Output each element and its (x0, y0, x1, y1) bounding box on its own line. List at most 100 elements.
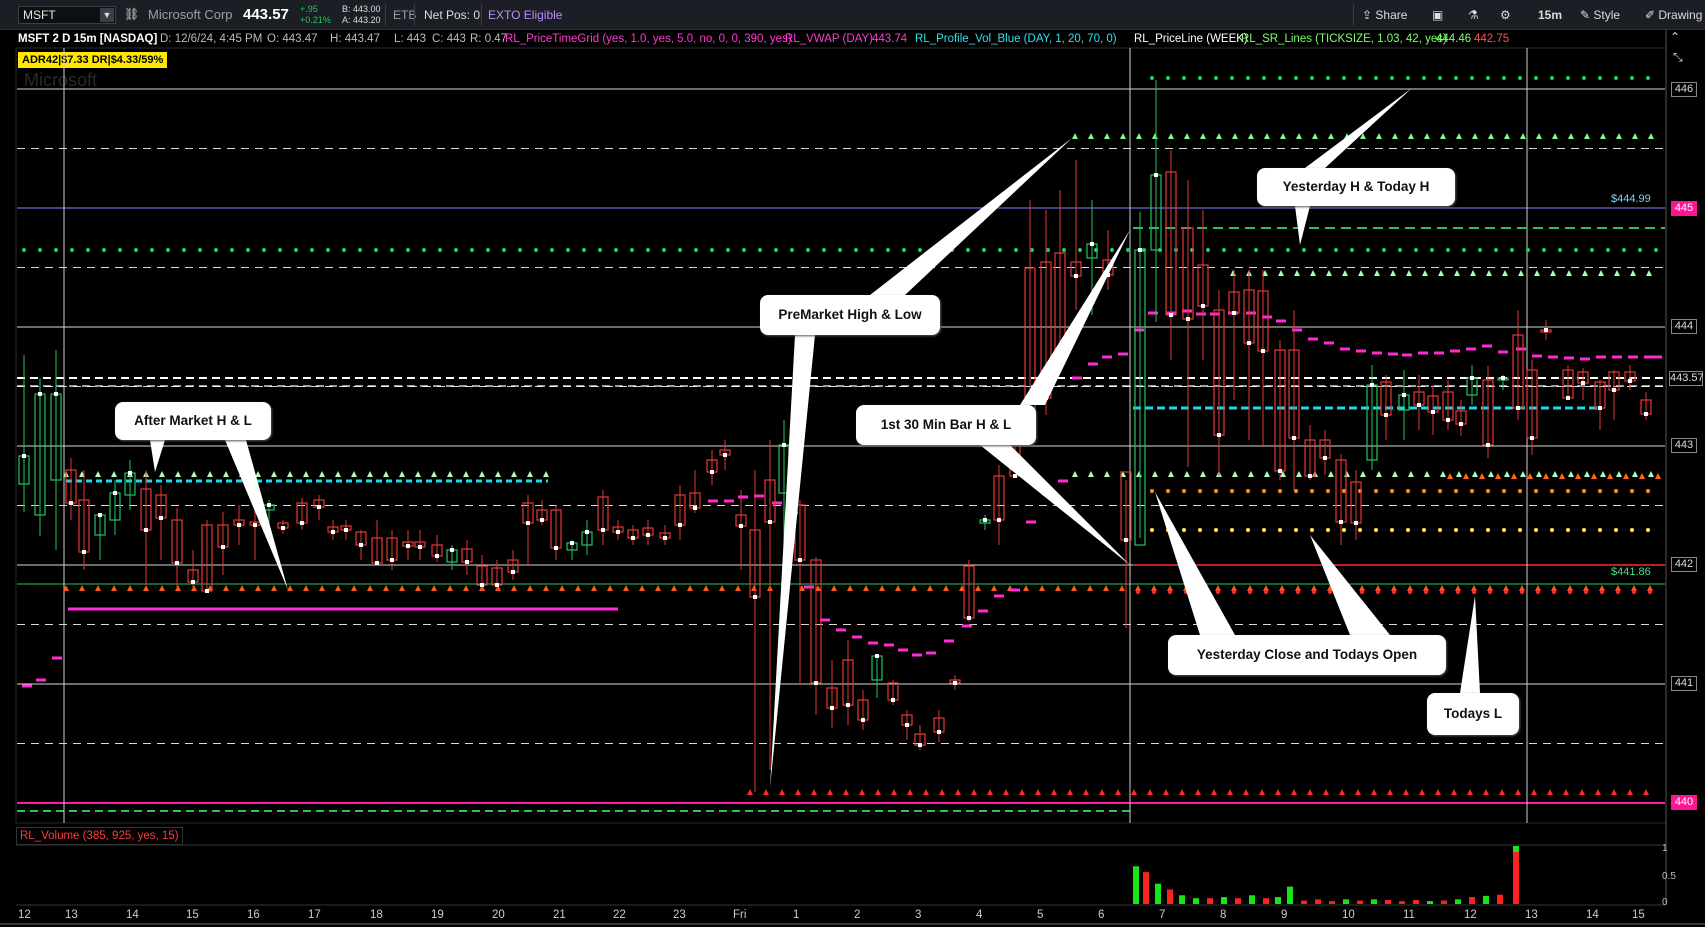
sr-dot-level (581, 247, 587, 253)
volume-tick: 1 (1662, 843, 1668, 854)
volume-bar (1329, 901, 1335, 904)
callout-after-market: After Market H & L (115, 402, 271, 440)
premarket-low-tri (795, 789, 801, 795)
yesterday-high-tri (1088, 133, 1094, 139)
sr-dot-level (1221, 247, 1227, 253)
today-high-tri (1278, 270, 1284, 276)
premarket-low-tri (763, 789, 769, 795)
after-market-high-tri (511, 471, 517, 477)
first30-high-tri (1440, 471, 1446, 477)
candle-close-marker (511, 570, 515, 574)
first30-high-tri (1600, 471, 1606, 477)
sr-dot-level (229, 247, 235, 253)
sr-dot-level (629, 247, 635, 253)
candle-close-marker (768, 520, 772, 524)
sr-dot-level (677, 247, 683, 253)
sr-dot-level (1493, 247, 1499, 253)
sr-dot-level (1301, 247, 1307, 253)
first30-high-tri (1376, 471, 1382, 477)
after-market-high-tri (271, 471, 277, 477)
sr-dot-level (213, 247, 219, 253)
time-axis-label: 18 (370, 909, 383, 921)
after-market-low-tri (303, 585, 309, 591)
sr-dot-level (1029, 247, 1035, 253)
time-axis-label: 12 (1464, 909, 1477, 921)
premarket-high-dot (1517, 75, 1523, 81)
todays-low-dot (1455, 589, 1461, 595)
first30-low-dot (1357, 527, 1363, 533)
yesterday-close-dot (1277, 488, 1283, 494)
todays-low-dot (1231, 589, 1237, 595)
candle-close-marker (144, 528, 148, 532)
premarket-low-tri (1563, 789, 1569, 795)
after-market-low-tri (159, 585, 165, 591)
yesterday-close-dot (1325, 488, 1331, 494)
first30-low-dot (1149, 527, 1155, 533)
after-market-low-tri (431, 585, 437, 591)
yesterday-high-tri (1072, 133, 1078, 139)
first30-high-tri (1360, 471, 1366, 477)
first30-high-tri (1488, 471, 1494, 477)
time-axis-label: 6 (1098, 909, 1105, 921)
candle-close-marker (82, 550, 86, 554)
todays-low-dot (1295, 589, 1301, 595)
candle-close-marker (1247, 341, 1251, 345)
sr-dot-level (1557, 247, 1563, 253)
yesterday-close-dot (1565, 488, 1571, 494)
volume-bar (1249, 895, 1255, 904)
time-axis-label: 3 (915, 909, 922, 921)
after-market-low-tri (1119, 585, 1125, 591)
today-high-tri (1422, 270, 1428, 276)
after-market-high-tri (367, 471, 373, 477)
volume-tick: 0 (1662, 897, 1668, 908)
candle-close-marker (54, 392, 58, 396)
volume-bar (1357, 900, 1363, 904)
sr-dot-level (69, 247, 75, 253)
sr-dot-level (469, 247, 475, 253)
premarket-low-tri (1083, 789, 1089, 795)
sr-dot-level (101, 247, 107, 253)
after-market-high-tri (319, 471, 325, 477)
premarket-low-tri (1515, 789, 1521, 795)
after-market-low-tri (527, 585, 533, 591)
after-market-low-tri (1071, 585, 1077, 591)
sr-dot-level (1317, 247, 1323, 253)
first30-low-dot (1453, 527, 1459, 533)
premarket-low-tri (1339, 789, 1345, 795)
yesterday-high-tri (1536, 133, 1542, 139)
candle-close-marker (1581, 381, 1585, 385)
premarket-low-tri (1099, 789, 1105, 795)
after-market-low-tri (623, 585, 629, 591)
volume-bar (1167, 889, 1173, 904)
candle-close-marker (1530, 436, 1534, 440)
candle-close-marker (317, 505, 321, 509)
after-market-low-tri (831, 585, 837, 591)
candle-close-marker (1154, 173, 1158, 177)
premarket-high-dot (1181, 75, 1187, 81)
after-market-low-tri (559, 585, 565, 591)
yesterday-close-dot (1261, 488, 1267, 494)
candle-close-marker (861, 718, 865, 722)
yesterday-close-dot (1181, 488, 1187, 494)
yesterday-close-dot (1245, 488, 1251, 494)
yesterday-close-dot (1581, 488, 1587, 494)
sr-dot-level (149, 247, 155, 253)
price-chart[interactable] (0, 0, 1705, 927)
yesterday-close-dot (1437, 488, 1443, 494)
volume-bar (1235, 898, 1241, 904)
after-market-low-tri (847, 585, 853, 591)
yesterday-close-dot (1149, 488, 1155, 494)
first30-high-tri (1344, 471, 1350, 477)
todays-low-dot (1599, 589, 1605, 595)
candle-close-marker (1278, 469, 1282, 473)
volume-study-title[interactable]: RL_Volume (385, 925, yes, 15) (16, 827, 183, 845)
sr-dot-level (661, 247, 667, 253)
after-market-low-tri (575, 585, 581, 591)
callout-pointer (770, 335, 815, 788)
premarket-low-tri (1051, 789, 1057, 795)
candle-close-marker (450, 548, 454, 552)
after-market-low-tri (335, 585, 341, 591)
yesterday-close-dot (1229, 488, 1235, 494)
volume-bar (1275, 897, 1281, 904)
first30-high-tri (1088, 471, 1094, 477)
